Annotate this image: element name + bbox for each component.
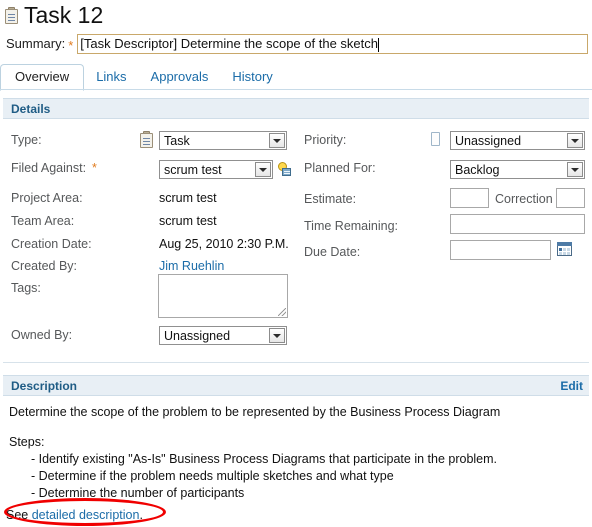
planned-for-value: Backlog	[455, 162, 500, 177]
created-by-label: Created By:	[11, 259, 78, 273]
summary-input[interactable]	[77, 33, 588, 54]
description-paragraph: Determine the scope of the problem to be…	[9, 405, 501, 419]
description-section-header: Description Edit	[3, 375, 589, 396]
chevron-down-icon[interactable]	[269, 133, 285, 148]
page-title: Task 12	[24, 2, 104, 28]
detailed-description-link[interactable]: detailed description	[32, 508, 140, 522]
tab-approvals[interactable]: Approvals	[139, 65, 221, 90]
see-detailed-description-line: See detailed description.	[6, 508, 143, 522]
description-steps-label: Steps:	[9, 435, 45, 449]
team-area-value: scrum test	[159, 214, 217, 228]
correction-input[interactable]	[556, 188, 585, 208]
description-edit-link[interactable]: Edit	[560, 379, 583, 393]
category-lamp-icon[interactable]	[278, 162, 292, 176]
estimate-input[interactable]	[450, 188, 489, 208]
priority-select[interactable]: Unassigned	[450, 131, 585, 150]
project-area-value: scrum test	[159, 191, 217, 205]
project-area-label: Project Area:	[11, 191, 83, 205]
summary-row: Summary: *	[0, 31, 592, 56]
tab-bar: Overview Links Approvals History	[0, 63, 592, 91]
filed-against-select[interactable]: scrum test	[159, 160, 273, 179]
description-section-title: Description	[11, 378, 78, 393]
page-header: Task 12	[0, 0, 103, 30]
owned-by-label: Owned By:	[11, 328, 73, 342]
tags-input[interactable]	[158, 274, 288, 318]
chevron-down-icon[interactable]	[255, 162, 271, 177]
priority-value: Unassigned	[455, 133, 522, 148]
owned-by-select[interactable]: Unassigned	[159, 326, 287, 345]
created-by-value[interactable]: Jim Ruehlin	[159, 259, 224, 273]
description-step-2: - Determine if the problem needs multipl…	[31, 469, 394, 483]
type-select[interactable]: Task	[159, 131, 287, 150]
calendar-icon[interactable]	[557, 242, 572, 256]
filed-against-label: Filed Against:	[11, 161, 87, 175]
tab-history[interactable]: History	[220, 65, 284, 90]
details-section-header: Details	[3, 98, 589, 119]
owned-by-value: Unassigned	[164, 328, 231, 343]
priority-none-icon	[431, 132, 440, 146]
due-date-input[interactable]	[450, 240, 551, 260]
chevron-down-icon[interactable]	[567, 133, 583, 148]
due-date-label: Due Date:	[304, 245, 361, 259]
time-remaining-input[interactable]	[450, 214, 585, 234]
creation-date-value: Aug 25, 2010 2:30 P.M.	[159, 237, 289, 251]
task-clipboard-icon	[139, 131, 154, 148]
planned-for-label: Planned For:	[304, 161, 376, 175]
summary-required-marker: *	[68, 37, 74, 53]
description-step-1: - Identify existing "As-Is" Business Pro…	[31, 452, 498, 466]
chevron-down-icon[interactable]	[269, 328, 285, 343]
tab-links[interactable]: Links	[84, 65, 138, 90]
text-caret	[378, 37, 380, 52]
details-divider	[3, 362, 589, 363]
tab-overview[interactable]: Overview	[0, 64, 85, 91]
correction-label: Correction	[495, 192, 553, 206]
creation-date-label: Creation Date:	[11, 237, 92, 251]
estimate-label: Estimate:	[304, 192, 357, 206]
type-value: Task	[164, 133, 190, 148]
planned-for-select[interactable]: Backlog	[450, 160, 585, 179]
see-suffix: .	[139, 508, 143, 522]
clipboard-icon	[4, 6, 19, 24]
filed-against-value: scrum test	[164, 162, 222, 177]
tags-label: Tags:	[11, 281, 41, 295]
team-area-label: Team Area:	[11, 214, 75, 228]
chevron-down-icon[interactable]	[567, 162, 583, 177]
see-prefix: See	[6, 508, 32, 522]
filed-against-required-marker: *	[92, 161, 97, 175]
resize-grip-icon[interactable]	[278, 308, 286, 316]
details-section-title: Details	[11, 101, 51, 116]
type-label: Type:	[11, 133, 42, 147]
description-step-3: - Determine the number of participants	[31, 486, 245, 500]
priority-label: Priority:	[304, 133, 347, 147]
summary-label: Summary:	[6, 36, 66, 51]
tab-underline	[0, 89, 592, 90]
time-remaining-label: Time Remaining:	[304, 219, 399, 233]
